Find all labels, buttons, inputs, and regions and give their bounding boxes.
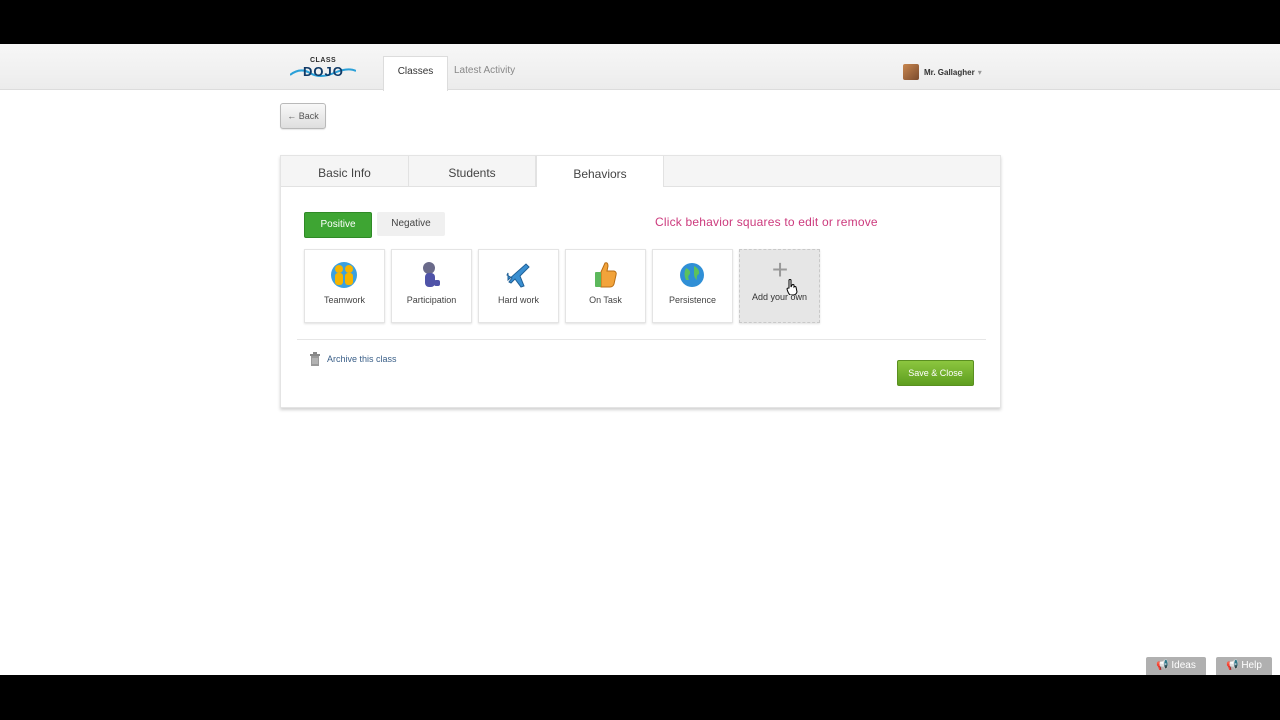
behavior-square-persistence[interactable]: Persistence [652, 249, 733, 323]
classdojo-logo[interactable]: CLASS DOJO [290, 55, 356, 81]
chevron-down-icon: ▾ [977, 67, 982, 77]
behavior-square-teamwork[interactable]: Teamwork [304, 249, 385, 323]
hand-cursor-icon [786, 279, 798, 295]
behavior-label: On Task [589, 295, 622, 305]
behavior-square-on-task[interactable]: On Task [565, 249, 646, 323]
help-label: Help [1241, 660, 1262, 671]
behavior-label: Teamwork [323, 295, 365, 305]
archive-label: Archive this class [327, 354, 397, 364]
ideas-button[interactable]: 📢 Ideas [1146, 657, 1206, 675]
positive-toggle-button[interactable]: Positive [304, 212, 372, 238]
avatar [903, 64, 919, 80]
save-close-button[interactable]: Save & Close [897, 360, 974, 386]
add-behavior-button[interactable]: + Add your own [739, 249, 820, 323]
trash-icon [310, 352, 320, 366]
tab-students[interactable]: Students [409, 156, 536, 186]
megaphone-icon: 📢 [1226, 660, 1242, 671]
behavior-label: Participation [406, 295, 457, 305]
behavior-square-participation[interactable]: Participation [391, 249, 472, 323]
user-menu[interactable]: Mr. Gallagher ▾ [903, 64, 982, 80]
user-name: Mr. Gallagher [924, 67, 975, 77]
add-behavior-label: Add your own [751, 292, 808, 302]
app-screen: CLASS DOJO Classes Latest Activity Mr. G… [0, 44, 1280, 675]
back-button[interactable]: ← Back [280, 103, 326, 129]
on-task-icon [595, 262, 617, 288]
archive-class-link[interactable]: Archive this class [309, 352, 397, 366]
ideas-label: Ideas [1171, 660, 1196, 671]
negative-toggle-button[interactable]: Negative [377, 212, 445, 236]
logo-class-text: CLASS [310, 57, 337, 64]
class-settings-panel: Basic Info Students Behaviors Positive N… [280, 155, 1001, 408]
participation-icon [423, 262, 440, 287]
help-button[interactable]: 📢 Help [1216, 657, 1272, 675]
behavior-label: Hard work [497, 295, 539, 305]
megaphone-icon: 📢 [1156, 660, 1172, 671]
edit-hint-text: Click behavior squares to edit or remove [655, 215, 878, 229]
tab-behaviors[interactable]: Behaviors [536, 156, 664, 187]
tab-basic-info[interactable]: Basic Info [281, 156, 409, 186]
panel-tabs: Basic Info Students Behaviors [281, 156, 1000, 187]
teamwork-icon [331, 262, 357, 288]
behavior-square-hard-work[interactable]: Hard work [478, 249, 559, 323]
hard-work-icon [506, 263, 530, 288]
logo-dojo-text: DOJO [303, 64, 344, 79]
persistence-icon [680, 263, 704, 287]
nav-tab-latest-activity[interactable]: Latest Activity [454, 56, 534, 90]
nav-tab-classes[interactable]: Classes [383, 56, 448, 91]
top-navigation-bar: CLASS DOJO Classes Latest Activity Mr. G… [0, 44, 1280, 91]
divider [297, 339, 986, 340]
behavior-label: Persistence [668, 295, 717, 305]
